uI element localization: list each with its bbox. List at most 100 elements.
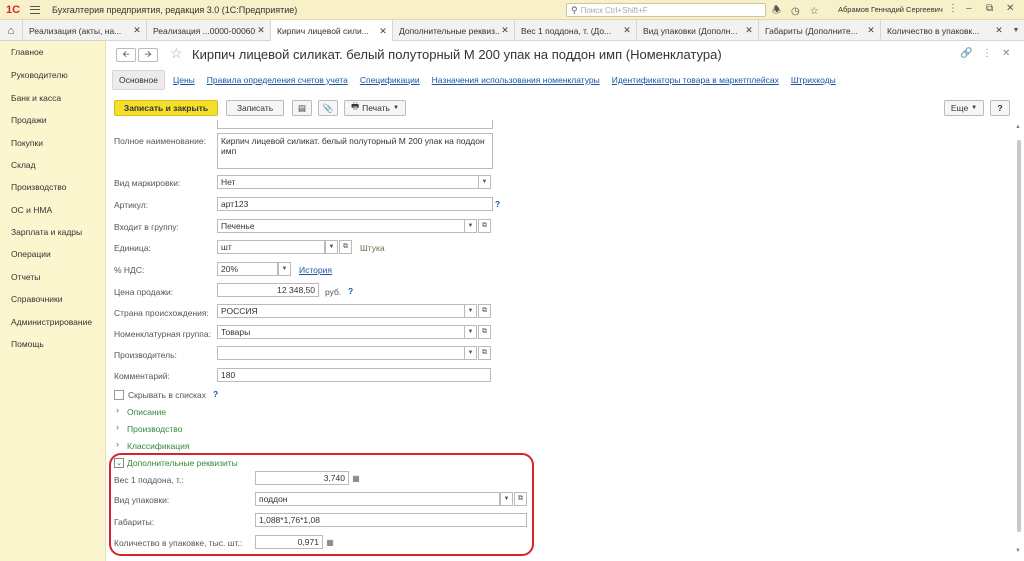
chevron-down-icon[interactable]: ▼ bbox=[478, 175, 491, 189]
chevron-down-icon[interactable]: ▼ bbox=[325, 240, 338, 254]
chevron-down-icon[interactable]: ▼ bbox=[464, 346, 477, 360]
sidebar-item-purchases[interactable]: Покупки bbox=[11, 138, 43, 148]
tab-pallet-weight[interactable]: Вес 1 поддона, т. (До... ✕ bbox=[514, 20, 636, 41]
sidebar-item-catalogs[interactable]: Справочники bbox=[11, 294, 63, 304]
country-select[interactable]: РОССИЯ bbox=[217, 304, 465, 318]
close-icon[interactable]: ✕ bbox=[255, 25, 267, 36]
save-and-close-button[interactable]: Записать и закрыть bbox=[114, 100, 218, 116]
group-description[interactable]: Описание bbox=[127, 407, 166, 417]
tab-package-type[interactable]: Вид упаковки (Дополн... ✕ bbox=[636, 20, 758, 41]
nom-group-select[interactable]: Товары bbox=[217, 325, 465, 339]
group-production[interactable]: Производство bbox=[127, 424, 182, 434]
sidebar-item-operations[interactable]: Операции bbox=[11, 249, 51, 259]
chevron-down-icon[interactable]: ▼ bbox=[464, 304, 477, 318]
comment-field[interactable]: 180 bbox=[217, 368, 491, 382]
tab-brick-item[interactable]: Кирпич лицевой сили... ✕ bbox=[270, 20, 392, 42]
attachment-icon[interactable]: 📎 bbox=[318, 100, 338, 116]
tab-specifications[interactable]: Спецификации bbox=[360, 75, 420, 85]
tab-qty-per-pack[interactable]: Количество в упаковк... ✕ bbox=[880, 20, 1008, 41]
close-icon[interactable]: ✕ bbox=[865, 25, 877, 36]
open-item-icon[interactable]: ⧉ bbox=[339, 240, 352, 254]
tab-marketplace-ids[interactable]: Идентификаторы товара в маркетплейсах bbox=[612, 75, 779, 85]
chevron-right-icon[interactable]: › bbox=[116, 405, 119, 415]
report-icon[interactable]: ▤ bbox=[292, 100, 312, 116]
tab-purposes[interactable]: Назначения использования номенклатуры bbox=[432, 75, 600, 85]
save-button[interactable]: Записать bbox=[226, 100, 284, 116]
vertical-scrollbar[interactable] bbox=[1017, 140, 1021, 532]
article-field[interactable]: арт123 bbox=[217, 197, 493, 211]
help-icon[interactable]: ? bbox=[213, 389, 218, 399]
chevron-down-icon[interactable]: ▼ bbox=[464, 219, 477, 233]
close-window-icon[interactable]: ✕ bbox=[1006, 3, 1014, 14]
producer-select[interactable] bbox=[217, 346, 465, 360]
close-icon[interactable]: ✕ bbox=[621, 25, 633, 36]
sidebar-item-manager[interactable]: Руководителю bbox=[11, 70, 68, 80]
open-item-icon[interactable]: ⧉ bbox=[478, 346, 491, 360]
sidebar-item-production[interactable]: Производство bbox=[11, 182, 66, 192]
hide-in-lists-checkbox[interactable] bbox=[114, 390, 124, 400]
tab-main[interactable]: Основное bbox=[112, 70, 165, 90]
tab-dimensions[interactable]: Габариты (Дополните... ✕ bbox=[758, 20, 880, 41]
chevron-down-icon[interactable]: ▼ bbox=[464, 325, 477, 339]
close-icon[interactable]: ✕ bbox=[131, 25, 143, 36]
sidebar-item-main[interactable]: Главное bbox=[11, 47, 43, 57]
sidebar-item-reports[interactable]: Отчеты bbox=[11, 272, 40, 282]
help-button[interactable]: ? bbox=[990, 100, 1010, 116]
price-field[interactable]: 12 348,50 bbox=[217, 283, 319, 297]
sidebar-item-bank[interactable]: Банк и касса bbox=[11, 93, 61, 103]
window-menu-icon[interactable]: ⋮ bbox=[948, 3, 958, 14]
history-icon[interactable]: ◷ bbox=[791, 6, 800, 17]
tab-barcodes[interactable]: Штрихкоды bbox=[791, 75, 836, 85]
open-item-icon[interactable]: ⧉ bbox=[478, 219, 491, 233]
tab-prices[interactable]: Цены bbox=[173, 75, 195, 85]
sidebar-item-warehouse[interactable]: Склад bbox=[11, 160, 36, 170]
chevron-right-icon[interactable]: › bbox=[116, 422, 119, 432]
chevron-down-icon[interactable]: ▼ bbox=[278, 262, 291, 276]
sidebar-item-payroll[interactable]: Зарплата и кадры bbox=[11, 227, 82, 237]
print-button[interactable]: 🖶 Печать ▼ bbox=[344, 100, 406, 116]
bell-icon[interactable]: 🕭 bbox=[772, 3, 781, 20]
scroll-up-icon[interactable]: ▲ bbox=[1015, 124, 1021, 130]
link-icon[interactable]: 🔗 bbox=[960, 48, 972, 59]
sidebar-item-sales[interactable]: Продажи bbox=[11, 115, 47, 125]
more-actions-icon[interactable]: ⋮ bbox=[982, 48, 992, 59]
close-form-icon[interactable]: ✕ bbox=[1002, 48, 1010, 59]
marking-select[interactable]: Нет bbox=[217, 175, 479, 189]
help-icon[interactable]: ? bbox=[348, 286, 353, 296]
global-search-input[interactable]: ⚲ Поиск Ctrl+Shift+F bbox=[566, 3, 766, 17]
full-name-field[interactable]: Кирпич лицевой силикат. белый полуторный… bbox=[217, 133, 493, 169]
back-button[interactable]: 🡨 bbox=[116, 48, 136, 62]
home-icon[interactable]: ⌂ bbox=[0, 20, 22, 41]
unit-select[interactable]: шт bbox=[217, 240, 325, 254]
vat-history-link[interactable]: История bbox=[299, 265, 332, 275]
scroll-down-icon[interactable]: ▼ bbox=[1015, 548, 1021, 554]
close-icon[interactable]: ✕ bbox=[743, 25, 755, 36]
help-icon[interactable]: ? bbox=[495, 199, 500, 209]
open-item-icon[interactable]: ⧉ bbox=[478, 325, 491, 339]
chevron-right-icon[interactable]: › bbox=[116, 439, 119, 449]
tab-account-rules[interactable]: Правила определения счетов учета bbox=[207, 75, 348, 85]
sidebar-item-assets[interactable]: ОС и НМА bbox=[11, 205, 52, 215]
tab-realization-doc[interactable]: Реализация ...0000-000602 ✕ bbox=[146, 20, 270, 41]
tabs-dropdown-icon[interactable]: ▼ bbox=[1008, 20, 1024, 41]
current-user[interactable]: Абрамов Геннадий Сергеевич bbox=[838, 5, 943, 14]
maximize-icon[interactable]: ⧉ bbox=[986, 3, 993, 14]
main-menu-icon[interactable] bbox=[30, 5, 40, 14]
forward-button[interactable]: 🡪 bbox=[138, 48, 158, 62]
minimize-icon[interactable]: – bbox=[966, 3, 972, 14]
sidebar-item-admin[interactable]: Администрирование bbox=[11, 317, 92, 327]
group-select[interactable]: Печенье bbox=[217, 219, 465, 233]
favorite-star-icon[interactable]: ☆ bbox=[170, 45, 183, 62]
close-icon[interactable]: ✕ bbox=[499, 25, 511, 36]
open-item-icon[interactable]: ⧉ bbox=[478, 304, 491, 318]
more-button[interactable]: Еще ▼ bbox=[944, 100, 984, 116]
tab-realization-list[interactable]: Реализация (акты, на... ✕ bbox=[22, 20, 146, 41]
name-field[interactable] bbox=[217, 120, 493, 129]
vat-select[interactable]: 20% bbox=[217, 262, 278, 276]
close-icon[interactable]: ✕ bbox=[377, 26, 389, 37]
group-classification[interactable]: Классификация bbox=[127, 441, 189, 451]
close-icon[interactable]: ✕ bbox=[993, 25, 1005, 36]
sidebar-item-help[interactable]: Помощь bbox=[11, 339, 44, 349]
tab-extra-props[interactable]: Дополнительные реквиз... ✕ bbox=[392, 20, 514, 41]
favorites-star-icon[interactable]: ☆ bbox=[810, 6, 819, 17]
